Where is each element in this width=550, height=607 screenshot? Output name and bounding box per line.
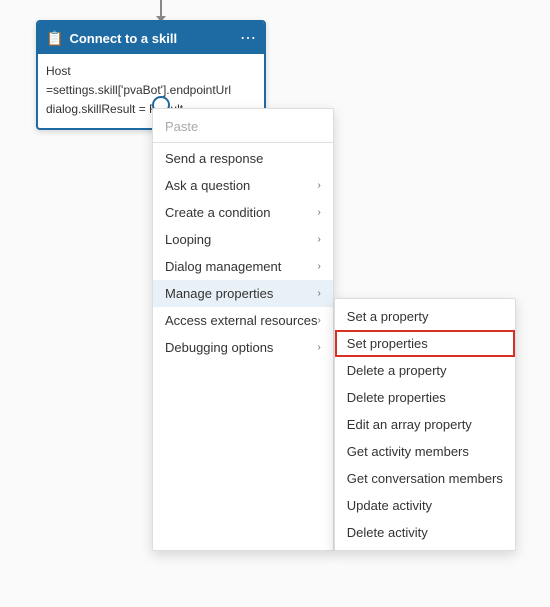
submenu-item-get-activity-members-label: Get activity members: [347, 444, 469, 459]
submenu-item-get-activity-members[interactable]: Get activity members: [335, 438, 515, 465]
context-menu-wrapper: Paste Send a response Ask a question › C…: [152, 108, 516, 551]
submenu-item-set-properties[interactable]: Set properties: [335, 330, 515, 357]
menu-item-dialog-management[interactable]: Dialog management ›: [153, 253, 333, 280]
menu-item-ask-question[interactable]: Ask a question ›: [153, 172, 333, 199]
submenu-item-update-activity[interactable]: Update activity: [335, 492, 515, 519]
menu-item-debugging[interactable]: Debugging options ›: [153, 334, 333, 361]
chevron-icon: ›: [317, 288, 320, 299]
menu-item-send-response-label: Send a response: [165, 151, 263, 166]
menu-item-access-external[interactable]: Access external resources ›: [153, 307, 333, 334]
menu-item-paste[interactable]: Paste: [153, 113, 333, 140]
submenu-item-get-conversation-members[interactable]: Get conversation members: [335, 465, 515, 492]
connector-arrow: [160, 0, 162, 22]
submenu-item-edit-array-label: Edit an array property: [347, 417, 472, 432]
submenu-item-update-activity-label: Update activity: [347, 498, 432, 513]
menu-item-looping-label: Looping: [165, 232, 211, 247]
submenu-item-delete-property-label: Delete a property: [347, 363, 447, 378]
submenu-item-set-properties-label: Set properties: [347, 336, 428, 351]
skill-body-line1: Host =settings.skill['pvaBot'].endpointU…: [46, 62, 256, 100]
skill-icon: 📋: [46, 30, 63, 47]
chevron-icon: ›: [317, 315, 320, 326]
primary-context-menu: Paste Send a response Ask a question › C…: [152, 108, 334, 551]
chevron-icon: ›: [317, 234, 320, 245]
menu-item-manage-properties-label: Manage properties: [165, 286, 273, 301]
chevron-icon: ›: [317, 207, 320, 218]
submenu-item-set-property-label: Set a property: [347, 309, 429, 324]
submenu-item-delete-properties[interactable]: Delete properties: [335, 384, 515, 411]
menu-item-send-response[interactable]: Send a response: [153, 145, 333, 172]
skill-node-title: Connect to a skill: [69, 31, 234, 46]
submenu-manage-properties: Set a property Set properties Delete a p…: [334, 298, 516, 551]
node-menu-button[interactable]: ⋯: [240, 28, 256, 48]
submenu-item-delete-activity[interactable]: Delete activity: [335, 519, 515, 546]
chevron-icon: ›: [317, 261, 320, 272]
menu-item-ask-question-label: Ask a question: [165, 178, 250, 193]
menu-item-create-condition-label: Create a condition: [165, 205, 271, 220]
flow-canvas: 📋 Connect to a skill ⋯ Host =settings.sk…: [0, 0, 550, 607]
submenu-item-delete-properties-label: Delete properties: [347, 390, 446, 405]
submenu-item-get-conversation-members-label: Get conversation members: [347, 471, 503, 486]
menu-item-manage-properties[interactable]: Manage properties ›: [153, 280, 333, 307]
menu-item-looping[interactable]: Looping ›: [153, 226, 333, 253]
submenu-item-set-property[interactable]: Set a property: [335, 303, 515, 330]
menu-item-paste-label: Paste: [165, 119, 198, 134]
menu-item-access-external-label: Access external resources: [165, 313, 317, 328]
submenu-item-edit-array[interactable]: Edit an array property: [335, 411, 515, 438]
submenu-item-delete-property[interactable]: Delete a property: [335, 357, 515, 384]
menu-item-dialog-management-label: Dialog management: [165, 259, 281, 274]
menu-item-create-condition[interactable]: Create a condition ›: [153, 199, 333, 226]
menu-separator-1: [153, 142, 333, 143]
skill-node-header: 📋 Connect to a skill ⋯: [38, 22, 264, 54]
chevron-icon: ›: [317, 342, 320, 353]
chevron-icon: ›: [317, 180, 320, 191]
submenu-item-delete-activity-label: Delete activity: [347, 525, 428, 540]
menu-item-debugging-label: Debugging options: [165, 340, 273, 355]
